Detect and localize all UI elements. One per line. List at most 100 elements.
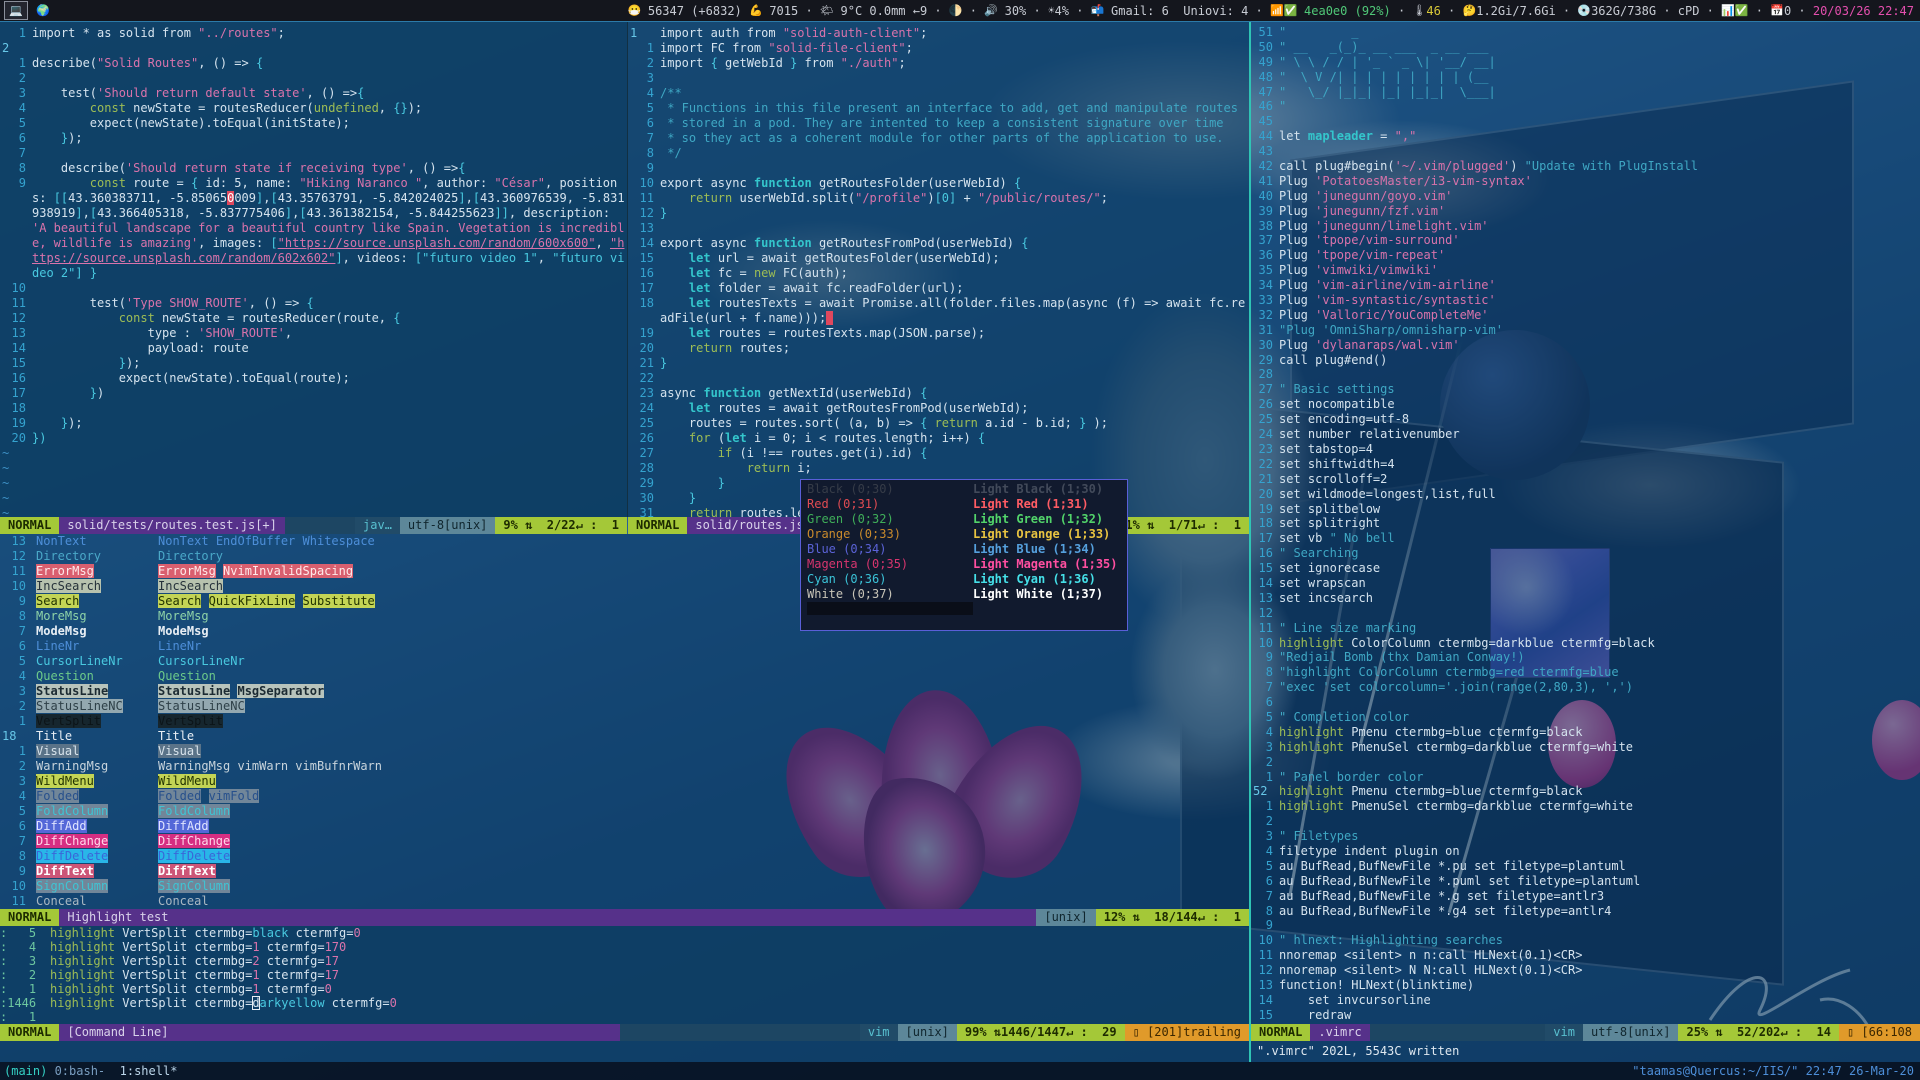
code-line: 46" <box>1251 99 1920 114</box>
code-line: 13 type : 'SHOW_ROUTE', <box>0 326 627 341</box>
whitespace-warning: ▯ [201]trailing <box>1125 1024 1249 1041</box>
code-line: ~ <box>0 461 627 476</box>
highlight-group-row: 18TitleTitle <box>0 729 1249 744</box>
code-line: 9 const route = { id: 5, name: "Hiking N… <box>0 176 627 281</box>
status-module-text: 362G/738G · <box>1591 4 1678 18</box>
code-line: 37Plug 'tpope/vim-surround' <box>1251 233 1920 248</box>
encoding-indicator: utf-8[unix] <box>400 517 495 534</box>
code-line: : 4highlight VertSplit ctermbg=1 ctermfg… <box>0 940 1249 954</box>
code-line: 23set tabstop=4 <box>1251 442 1920 457</box>
code-line: 8 describe('Should return state if recei… <box>0 161 627 176</box>
code-line: 27" Basic settings <box>1251 382 1920 397</box>
code-line: 24set number relativenumber <box>1251 427 1920 442</box>
code-line: ~ <box>0 476 627 491</box>
code-line: 11nnoremap <silent> n n:call HLNext(0.1)… <box>1251 948 1920 963</box>
code-line: 47" \_/ |_|_| |_| |_|_| \___| <box>1251 85 1920 100</box>
color-test-row: Cyan (0;36)Light Cyan (1;36) <box>807 572 1121 587</box>
status-module-text: 46 <box>1426 4 1440 18</box>
code-line: 10" hlnext: Highlighting searches <box>1251 933 1920 948</box>
workspace-switcher: 💻 🌍 <box>0 1 54 20</box>
color-test-row: Orange (0;33)Light Orange (1;33) <box>807 527 1121 542</box>
highlight-group-row: 2WarningMsgWarningMsg vimWarn vimBufnrWa… <box>0 759 1249 774</box>
editor-window-vimrc[interactable]: 51" _50" __ _(_)_ __ ___ _ __ ___49" \ \… <box>1251 22 1920 1027</box>
statusline-highlight-test: NORMAL Highlight test [unix] 12% ⇅ 18/14… <box>0 909 1249 926</box>
code-line: 10highlight ColorColumn ctermbg=darkblue… <box>1251 636 1920 651</box>
code-line: 22set shiftwidth=4 <box>1251 457 1920 472</box>
code-line: 1" Panel border color <box>1251 770 1920 785</box>
code-line: : 2highlight VertSplit ctermbg=1 ctermfg… <box>0 968 1249 982</box>
status-module-icon: ✅ <box>1284 4 1304 17</box>
status-module-text: 30% · <box>1005 4 1048 18</box>
workspace-button-terminal[interactable]: 💻 <box>4 1 28 20</box>
highlight-group-row: 6DiffAddDiffAdd <box>0 819 1249 834</box>
code-line: 1import FC from "solid-file-client"; <box>628 41 1249 56</box>
code-line: 14export async function getRoutesFromPod… <box>628 236 1249 251</box>
statusline-vimrc: NORMAL .vimrc vim utf-8[unix] 25% ⇅ 52/2… <box>1251 1024 1920 1041</box>
code-line: 2 <box>1251 755 1920 770</box>
code-line: 19 let routes = routesTexts.map(JSON.par… <box>628 326 1249 341</box>
command-line-window[interactable]: : 5highlight VertSplit ctermbg=black cte… <box>0 926 1249 1024</box>
code-line: 20 return routes; <box>628 341 1249 356</box>
whitespace-warning: ▯ [66:108 <box>1839 1024 1920 1041</box>
color-test-panel[interactable]: Black (0;30)Light Black (1;30)Red (0;31)… <box>800 479 1128 631</box>
code-line: 19set splitbelow <box>1251 502 1920 517</box>
vim-message-line: ".vimrc" 202L, 5543C written <box>1251 1041 1920 1062</box>
code-line: 30Plug 'dylanaraps/wal.vim' <box>1251 338 1920 353</box>
filename: .vimrc <box>1310 1024 1369 1041</box>
code-line: 1import auth from "solid-auth-client"; <box>628 26 1249 41</box>
code-line: 7 * so they act as a coherent module for… <box>628 131 1249 146</box>
highlight-group-row: 4FoldedFolded vimFold <box>0 789 1249 804</box>
tmux-pane-divider[interactable] <box>1249 22 1251 1062</box>
highlight-group-row: 5FoldColumnFoldColumn <box>0 804 1249 819</box>
tmux-status-bar: (main) 0:bash- 1:shell* "taamas@Quercus:… <box>0 1062 1920 1080</box>
editor-window-routes-test[interactable]: 1import * as solid from "../routes";2 1d… <box>0 22 627 521</box>
code-line: 36Plug 'tpope/vim-repeat' <box>1251 248 1920 263</box>
code-line: 16" Searching <box>1251 546 1920 561</box>
terminal-cursor-row <box>807 602 1121 617</box>
code-line: 4 const newState = routesReducer(undefin… <box>0 101 627 116</box>
code-line: 50" __ _(_)_ __ ___ _ __ ___ <box>1251 40 1920 55</box>
code-line: 12 <box>1251 606 1920 621</box>
code-line: 28 <box>1251 367 1920 382</box>
code-line: 44let mapleader = "," <box>1251 129 1920 144</box>
color-test-row: Magenta (0;35)Light Magenta (1;35) <box>807 557 1121 572</box>
status-module-text: Gmail: 6 Uniovi: 4 · <box>1111 4 1270 18</box>
code-line: 22 <box>628 371 1249 386</box>
status-module-text: 9°C 0.0mm ←9 · <box>841 4 949 18</box>
code-line: 8au BufRead,BufNewFile *.g4 set filetype… <box>1251 904 1920 919</box>
status-module-text: · <box>1749 4 1771 18</box>
code-line: 9"Redjail Bomb (thx Damian Conway!) <box>1251 650 1920 665</box>
code-line: 14 payload: route <box>0 341 627 356</box>
code-line: 15 redraw <box>1251 1008 1920 1023</box>
code-line: 16 let fc = new FC(auth); <box>628 266 1249 281</box>
code-line: 3highlight PmenuSel ctermbg=darkblue cte… <box>1251 740 1920 755</box>
status-module-text: · <box>1391 4 1413 18</box>
encoding-indicator: utf-8[unix] <box>1583 1024 1678 1041</box>
cursor-position: 25% ⇅ 52/202↵ : 14 <box>1678 1024 1839 1041</box>
filetype-indicator: jav… <box>355 517 400 534</box>
globe-icon: 🌍 <box>36 4 50 17</box>
code-line: 48" \ V /| | | | | | | | | (__ <box>1251 70 1920 85</box>
color-test-row: Red (0;31)Light Red (1;31) <box>807 497 1121 512</box>
status-module-text: cPD · <box>1678 4 1721 18</box>
code-line: 4filetype indent plugin on <box>1251 844 1920 859</box>
highlight-group-row: 7DiffChangeDiffChange <box>0 834 1249 849</box>
filename: Highlight test <box>59 909 1036 926</box>
code-line: 45 <box>1251 114 1920 129</box>
code-line: 5 expect(newState).toEqual(initState); <box>0 116 627 131</box>
code-line: 40Plug 'junegunn/goyo.vim' <box>1251 189 1920 204</box>
code-line: 11 test('Type SHOW_ROUTE', () => { <box>0 296 627 311</box>
code-line: 6 }); <box>0 131 627 146</box>
code-line: 18set splitright <box>1251 516 1920 531</box>
code-line: 42call plug#begin('~/.vim/plugged') "Upd… <box>1251 159 1920 174</box>
code-line: 14set wrapscan <box>1251 576 1920 591</box>
highlight-group-row: 2StatusLineNCStatusLineNC <box>0 699 1249 714</box>
status-module-text: · <box>963 4 985 18</box>
tmux-window-tab-bash[interactable]: 0:bash- <box>47 1064 112 1078</box>
code-line: 38Plug 'junegunn/limelight.vim' <box>1251 219 1920 234</box>
workspace-button-web[interactable]: 🌍 <box>32 2 54 19</box>
statusline-command-line: NORMAL [Command Line] vim [unix] 99% ⇅14… <box>0 1024 1249 1041</box>
tmux-window-tab-shell[interactable]: 1:shell* <box>112 1064 184 1078</box>
editor-window-routes[interactable]: 1import auth from "solid-auth-client"; 1… <box>628 22 1249 521</box>
status-module-icon: ✅ <box>1735 4 1749 17</box>
